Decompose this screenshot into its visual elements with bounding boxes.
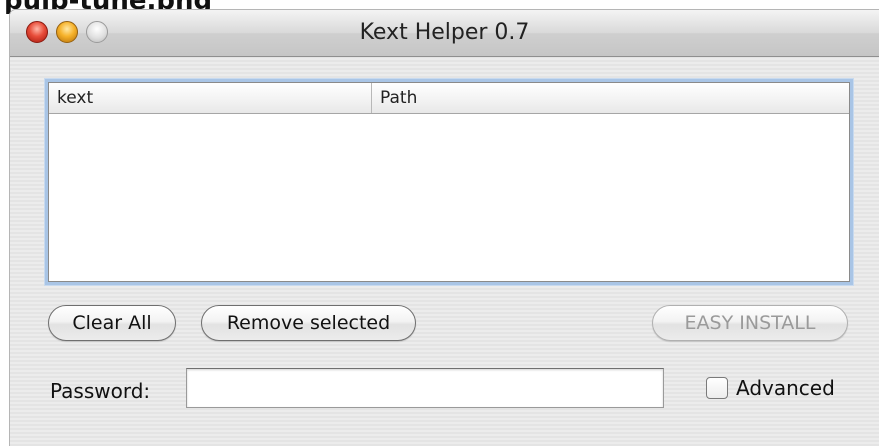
clear-all-button[interactable]: Clear All <box>48 305 176 341</box>
kext-table[interactable]: kext Path <box>48 82 850 282</box>
remove-selected-button[interactable]: Remove selected <box>201 305 416 341</box>
advanced-checkbox[interactable] <box>706 377 728 399</box>
column-header-kext[interactable]: kext <box>49 83 372 113</box>
password-field[interactable] <box>186 368 664 408</box>
column-header-path[interactable]: Path <box>372 83 849 113</box>
easy-install-button[interactable]: EASY INSTALL <box>652 305 848 341</box>
app-window: Kext Helper 0.7 kext Path Clear All Remo… <box>10 10 879 446</box>
table-body[interactable] <box>49 114 849 281</box>
title-bar[interactable]: Kext Helper 0.7 <box>10 10 879 57</box>
advanced-label[interactable]: Advanced <box>736 375 835 401</box>
table-header: kext Path <box>49 83 849 114</box>
password-label: Password: <box>50 379 151 403</box>
window-title: Kext Helper 0.7 <box>359 20 530 45</box>
